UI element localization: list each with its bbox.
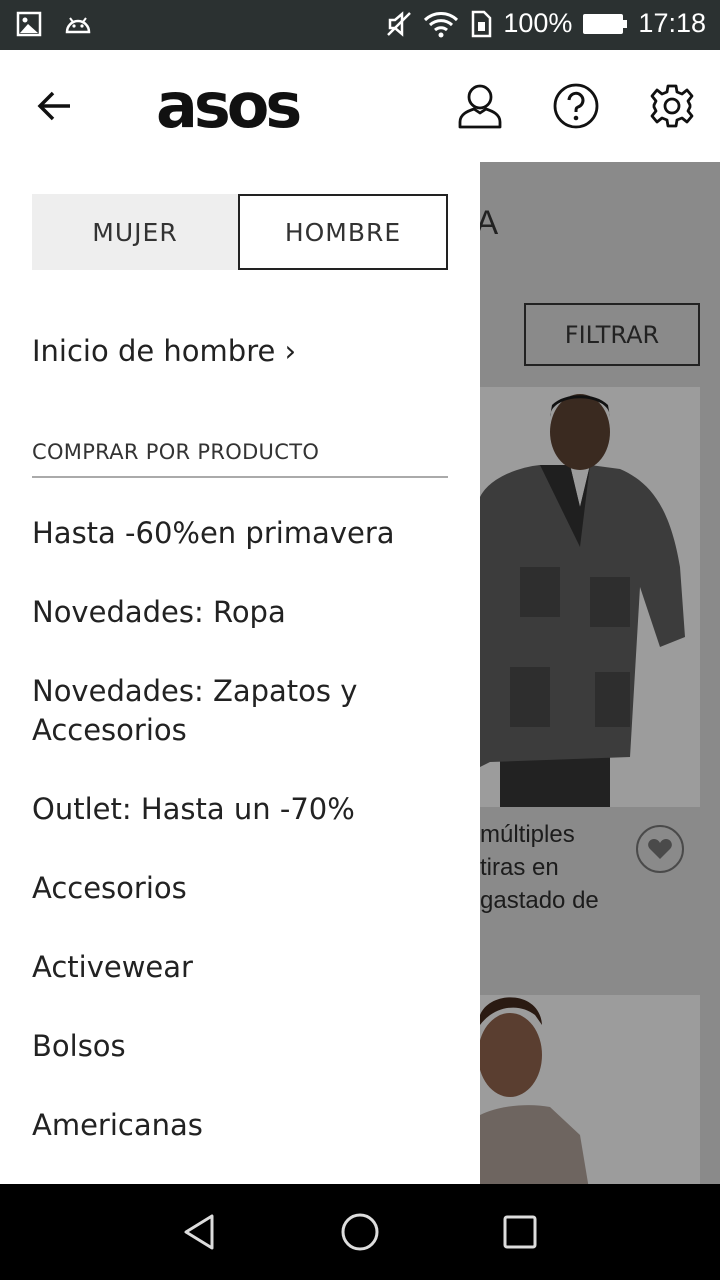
question-circle-icon xyxy=(553,83,599,129)
wifi-icon xyxy=(423,10,459,38)
product-description: múltiples tiras en gastado de xyxy=(480,818,599,917)
nav-recents-button[interactable] xyxy=(496,1208,544,1256)
mute-icon xyxy=(385,10,413,38)
category-item[interactable]: Novedades: Zapatos y Accesorios xyxy=(32,672,372,750)
category-title: IA xyxy=(480,204,499,242)
battery-percent: 100% xyxy=(503,8,573,38)
android-notification-icon xyxy=(64,14,92,34)
model-tshirt-image xyxy=(480,995,700,1184)
product-image[interactable] xyxy=(480,995,700,1184)
app-header: asos xyxy=(0,50,720,162)
account-button[interactable] xyxy=(454,80,506,132)
heart-icon xyxy=(648,839,672,859)
help-button[interactable] xyxy=(550,80,602,132)
category-item[interactable]: Activewear xyxy=(32,948,193,987)
category-item[interactable]: Outlet: Hasta un -70% xyxy=(32,790,355,829)
category-item[interactable]: Hasta -60%en primavera xyxy=(32,514,395,553)
clock: 17:18 xyxy=(638,8,706,38)
system-nav-bar xyxy=(0,1184,720,1280)
back-button[interactable] xyxy=(28,82,80,130)
triangle-back-icon xyxy=(184,1214,214,1250)
filter-button[interactable]: FILTRAR xyxy=(524,303,700,366)
category-item[interactable]: Americanas xyxy=(32,1106,203,1145)
category-item[interactable]: Accesorios xyxy=(32,869,187,908)
battery-icon xyxy=(582,12,628,36)
product-list-background: IA FILTRAR múltiples tiras en gastado de xyxy=(480,162,720,1184)
product-image[interactable] xyxy=(480,387,700,807)
tab-mujer[interactable]: MUJER xyxy=(32,194,238,270)
circle-home-icon xyxy=(341,1213,379,1251)
status-bar: 100% 17:18 xyxy=(0,0,720,50)
category-item[interactable]: Bolsos xyxy=(32,1027,126,1066)
desc-line: gastado de xyxy=(480,887,599,914)
men-home-link[interactable]: Inicio de hombre › xyxy=(32,334,296,368)
asos-logo[interactable]: asos xyxy=(156,75,302,137)
desc-line: tiras en xyxy=(480,854,559,881)
model-jacket-image xyxy=(480,387,700,807)
sim-icon xyxy=(469,10,493,38)
nav-home-button[interactable] xyxy=(336,1208,384,1256)
section-heading: COMPRAR POR PRODUCTO xyxy=(32,440,448,478)
square-recents-icon xyxy=(503,1215,537,1249)
nav-back-button[interactable] xyxy=(176,1208,224,1256)
gallery-notification-icon xyxy=(16,11,42,37)
arrow-left-icon xyxy=(37,91,70,121)
tab-hombre[interactable]: HOMBRE xyxy=(238,194,448,270)
desc-line: múltiples xyxy=(480,821,575,848)
category-item[interactable]: Novedades: Ropa xyxy=(32,593,286,632)
user-icon xyxy=(458,84,502,129)
settings-button[interactable] xyxy=(646,80,698,132)
gear-icon xyxy=(650,84,694,128)
navigation-drawer: MUJER HOMBRE Inicio de hombre › COMPRAR … xyxy=(0,162,480,1184)
save-item-button[interactable] xyxy=(636,825,684,873)
gender-tabs: MUJER HOMBRE xyxy=(32,194,448,270)
